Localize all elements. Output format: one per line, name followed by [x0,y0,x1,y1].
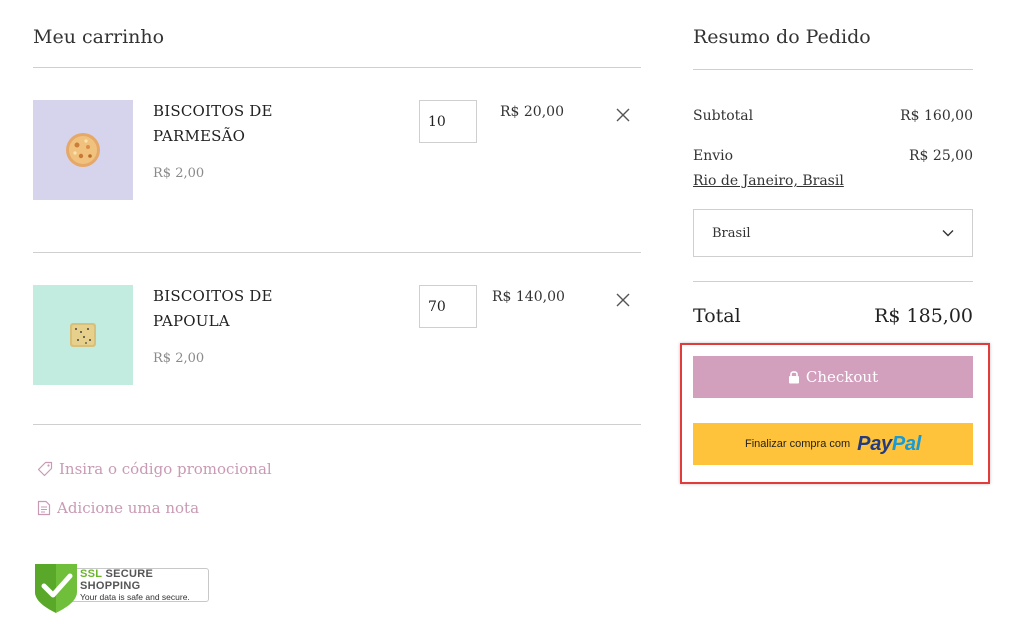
chevron-down-icon [942,230,954,237]
product-name-line: PARMESÃO [153,127,246,145]
divider [693,281,973,282]
product-name[interactable]: BISCOITOS DE PARMESÃO [153,99,273,149]
ssl-badge-text: SSL SECURE SHOPPING Your data is safe an… [67,568,209,602]
remove-item-button[interactable] [614,291,632,309]
product-name-line: BISCOITOS DE [153,102,273,120]
divider [33,67,641,68]
add-note-label: Adicione uma nota [57,499,200,517]
ssl-badge-title: SSL SECURE SHOPPING [80,568,208,592]
shipping-value: R$ 25,00 [909,148,973,164]
line-total: R$ 140,00 [492,289,565,305]
lock-icon [788,371,799,384]
promo-code-link[interactable]: Insira o código promocional [37,460,272,478]
cookie-icon [66,133,100,167]
summary-title: Resumo do Pedido [693,26,871,48]
shipping-location-link[interactable]: Rio de Janeiro, Brasil [693,173,844,189]
paypal-checkout-button[interactable]: Finalizar compra com PayPal [693,423,973,465]
checkout-button[interactable]: Checkout [693,356,973,398]
product-name[interactable]: BISCOITOS DE PAPOULA [153,284,273,334]
subtotal-label: Subtotal [693,108,754,124]
paypal-logo: PayPal [857,433,921,456]
total-label: Total [693,305,741,327]
add-note-link[interactable]: Adicione uma nota [37,499,199,517]
unit-price: R$ 2,00 [153,351,205,366]
divider [33,424,641,425]
unit-price: R$ 2,00 [153,166,205,181]
country-select-value: Brasil [712,225,751,241]
product-image-parmesao[interactable] [33,100,133,200]
subtotal-value: R$ 160,00 [900,108,973,124]
close-icon [616,108,630,122]
divider [33,252,641,253]
quantity-input[interactable] [419,285,477,328]
ssl-label: SSL [80,568,103,580]
cracker-icon [70,323,96,347]
note-icon [37,500,51,516]
ssl-secure-badge: SSL SECURE SHOPPING Your data is safe an… [33,562,211,614]
paypal-logo-pay: Pay [857,432,892,455]
divider [693,69,973,70]
product-name-line: BISCOITOS DE [153,287,273,305]
shield-check-icon [35,564,77,613]
total-value: R$ 185,00 [874,305,973,327]
remove-item-button[interactable] [614,106,632,124]
product-name-line: PAPOULA [153,312,230,330]
checkout-label: Checkout [805,368,879,386]
paypal-button-text: Finalizar compra com [745,438,851,450]
quantity-input[interactable] [419,100,477,143]
shipping-label: Envio [693,148,734,164]
paypal-logo-pal: Pal [891,432,921,455]
cart-title: Meu carrinho [33,26,165,48]
ssl-badge-subtitle: Your data is safe and secure. [80,592,190,602]
line-total: R$ 20,00 [500,104,564,120]
country-select[interactable]: Brasil [693,209,973,257]
promo-code-label: Insira o código promocional [59,460,272,478]
tag-icon [37,461,53,477]
product-image-papoula[interactable] [33,285,133,385]
close-icon [616,293,630,307]
